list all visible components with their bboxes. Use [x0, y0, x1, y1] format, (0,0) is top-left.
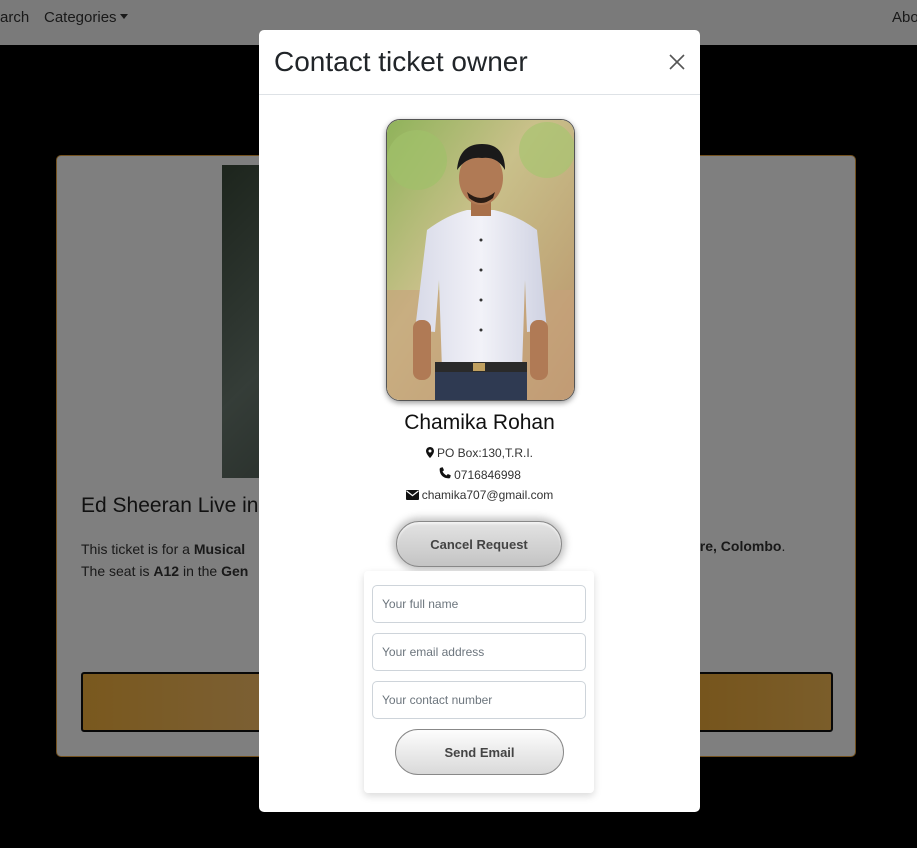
- address-text: PO Box:130,T.R.I.: [436, 446, 534, 460]
- map-marker-icon: [425, 447, 434, 458]
- modal-title: Contact ticket owner: [274, 46, 528, 77]
- cancel-request-button[interactable]: Cancel Request: [396, 521, 562, 567]
- email-text: chamika707@gmail.com: [421, 488, 554, 502]
- send-email-button[interactable]: Send Email: [395, 729, 564, 775]
- contact-number-input[interactable]: [372, 681, 586, 719]
- full-name-input[interactable]: [372, 585, 586, 623]
- owner-photo: [386, 119, 575, 401]
- owner-address: PO Box:130,T.R.I.: [259, 446, 700, 460]
- close-icon[interactable]: [668, 53, 686, 71]
- owner-email: chamika707@gmail.com: [259, 488, 700, 502]
- email-input[interactable]: [372, 633, 586, 671]
- owner-phone: 0716846998: [259, 467, 700, 482]
- envelope-icon: [405, 490, 419, 500]
- modal-header: Contact ticket owner: [259, 30, 700, 95]
- contact-form: Send Email: [364, 571, 594, 793]
- phone-text: 0716846998: [454, 468, 521, 482]
- contact-modal: Contact ticket owner Chamika Rohan PO Bo…: [259, 30, 700, 812]
- phone-icon: [439, 467, 451, 479]
- owner-name: Chamika Rohan: [404, 411, 555, 434]
